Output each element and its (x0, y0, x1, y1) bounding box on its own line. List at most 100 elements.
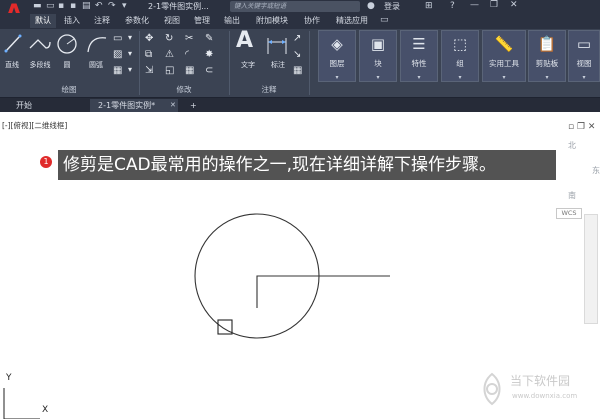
open-file-icon[interactable]: ▭ (46, 1, 55, 12)
minimize-icon[interactable]: — (470, 0, 479, 11)
arc-button-label[interactable]: 圆弧 (84, 60, 108, 70)
mirror-icon[interactable]: ⚠ (165, 50, 174, 60)
arc-icon[interactable] (86, 34, 108, 54)
redo-icon[interactable]: ↷ (108, 1, 116, 12)
array-icon[interactable]: ▦ (185, 66, 194, 76)
drawn-polyline (256, 275, 390, 308)
view-icon: ▭ (576, 35, 592, 53)
tab-manage[interactable]: 管理 (188, 14, 216, 28)
circle-button-label[interactable]: 圆 (56, 60, 78, 70)
document-title: 2-1零件图实例... (148, 2, 209, 11)
scale-icon[interactable]: ◱ (165, 66, 174, 76)
tab-view[interactable]: 视图 (158, 14, 186, 28)
copy-icon[interactable]: ⧉ (145, 50, 152, 60)
draw-panel-label[interactable]: 绘图 (0, 84, 138, 96)
clipboard-button[interactable]: 📋 剪贴板 ▾ (528, 30, 566, 82)
erase-icon[interactable]: ✎ (205, 34, 213, 44)
clipboard-label: 剪贴板 (535, 59, 559, 68)
tab-parametric[interactable]: 参数化 (118, 14, 156, 28)
text-button-label[interactable]: 文字 (234, 60, 262, 70)
chevron-down-icon: ▾ (502, 74, 506, 81)
watermark-logo-icon (483, 372, 501, 406)
stretch-icon[interactable]: ⇲ (145, 66, 153, 76)
tab-collaborate[interactable]: 协作 (298, 14, 326, 28)
annotation-panel-label[interactable]: 注释 (230, 84, 308, 96)
clipboard-icon: 📋 (537, 35, 557, 53)
start-tab[interactable]: 开始 (16, 99, 76, 112)
block-icon: ▣ (370, 35, 386, 53)
new-file-icon[interactable]: ▬ (33, 1, 42, 12)
search-input[interactable]: 键入关键字或短语 (230, 1, 360, 12)
chevron-down-icon: ▾ (376, 74, 380, 81)
quick-access-dropdown-icon[interactable]: ▾ (122, 1, 127, 12)
utilities-label: 实用工具 (489, 59, 519, 68)
tab-output[interactable]: 输出 (218, 14, 246, 28)
tab-insert[interactable]: 插入 (58, 14, 86, 28)
close-icon[interactable]: ✕ (510, 0, 518, 11)
properties-label: 特性 (411, 59, 427, 68)
move-icon[interactable]: ✥ (145, 34, 153, 44)
tab-annotate[interactable]: 注释 (88, 14, 116, 28)
block-label: 块 (374, 59, 382, 68)
dimension-icon[interactable] (265, 34, 289, 56)
fillet-icon[interactable]: ◜ (185, 50, 189, 60)
region-dropdown-icon[interactable]: ▾ (128, 66, 132, 74)
chevron-down-icon: ▾ (458, 74, 462, 81)
group-label: 组 (456, 59, 464, 68)
hatch-icon[interactable]: ▨ (113, 50, 122, 60)
draw-dropdown-icon[interactable]: ▾ (128, 34, 132, 42)
login-link[interactable]: 登录 (384, 0, 400, 13)
ucs-x-label: X (42, 405, 49, 415)
trim-icon[interactable]: ✂ (185, 34, 193, 44)
dimension-button-label[interactable]: 标注 (264, 60, 292, 70)
step-badge: 1 (40, 156, 52, 168)
leader-icon[interactable]: ↗ (293, 34, 301, 44)
rectangle-icon[interactable]: ▭ (113, 34, 122, 44)
group-icon: ⬚ (452, 35, 468, 53)
tutorial-caption: 修剪是CAD最常用的操作之一,现在详细详解下操作步骤。 (58, 150, 556, 180)
ruler-icon: 📏 (494, 35, 514, 53)
text-icon[interactable]: A (236, 30, 253, 52)
save-as-icon[interactable]: ▪ (70, 1, 76, 12)
explode-icon[interactable]: ✸ (205, 50, 213, 60)
line-button-label[interactable]: 直线 (0, 60, 24, 70)
region-icon[interactable]: ▦ (113, 66, 122, 76)
tab-featured-apps[interactable]: 精选应用 (328, 14, 376, 28)
close-tab-icon[interactable]: ✕ (170, 100, 176, 111)
chevron-down-icon: ▾ (582, 74, 586, 81)
user-icon[interactable]: ● (367, 1, 375, 12)
utilities-button[interactable]: 📏 实用工具 ▾ (482, 30, 526, 82)
undo-icon[interactable]: ↶ (95, 1, 103, 12)
polyline-button-label[interactable]: 多段线 (25, 60, 55, 70)
polyline-icon[interactable] (28, 36, 52, 52)
offset-icon[interactable]: ⊂ (205, 66, 213, 76)
chevron-down-icon: ▾ (335, 74, 339, 81)
hatch-dropdown-icon[interactable]: ▾ (128, 50, 132, 58)
properties-button[interactable]: ☰ 特性 ▾ (400, 30, 438, 82)
block-button[interactable]: ▣ 块 ▾ (359, 30, 397, 82)
tab-default[interactable]: 默认 (30, 14, 56, 28)
circle-icon[interactable] (56, 33, 78, 55)
print-icon[interactable]: ▤ (82, 1, 91, 12)
view-label: 视图 (576, 59, 592, 68)
watermark-url: www.downxia.com (512, 392, 578, 400)
tab-addins[interactable]: 附加模块 (248, 14, 296, 28)
line-icon[interactable] (4, 33, 22, 53)
help-icon[interactable]: ? (450, 1, 455, 12)
multileader-icon[interactable]: ↘ (293, 50, 301, 60)
properties-icon: ☰ (412, 35, 426, 53)
rotate-icon[interactable]: ↻ (165, 34, 173, 44)
layers-button[interactable]: ◈ 图层 ▾ (318, 30, 356, 82)
drawing-tab[interactable]: 2-1零件图实例* (90, 99, 178, 112)
chevron-down-icon: ▾ (545, 74, 549, 81)
ribbon-minimize-icon[interactable]: ▭ (380, 15, 389, 26)
table-icon[interactable]: ▦ (293, 66, 302, 76)
new-tab-button[interactable]: + (190, 99, 202, 112)
group-button[interactable]: ⬚ 组 ▾ (441, 30, 479, 82)
save-icon[interactable]: ▪ (58, 1, 64, 12)
cart-icon[interactable]: ⊞ (425, 1, 433, 12)
view-button[interactable]: ▭ 视图 ▾ (568, 30, 600, 82)
layers-icon: ◈ (331, 35, 343, 53)
restore-icon[interactable]: ❐ (490, 0, 498, 11)
modify-panel-label[interactable]: 修改 (140, 84, 228, 96)
